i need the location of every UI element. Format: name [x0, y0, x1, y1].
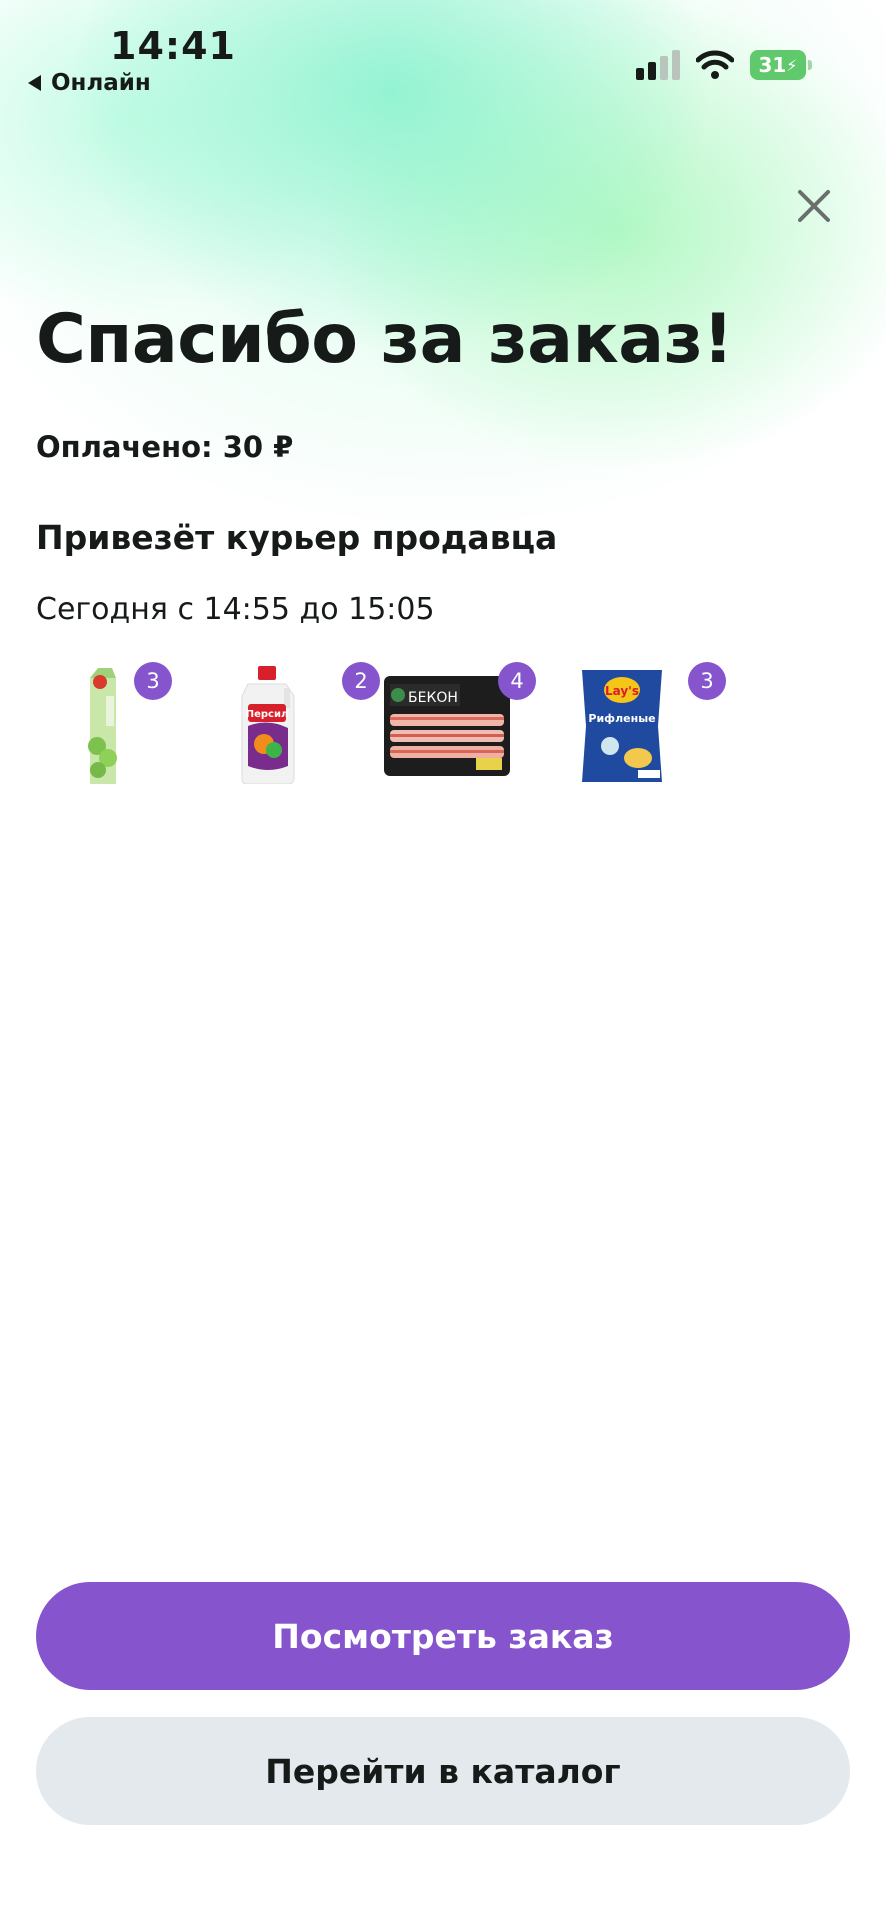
status-time: 14:41 [110, 24, 236, 68]
delivery-time: Сегодня с 14:55 до 15:05 [36, 592, 435, 627]
view-order-button[interactable]: Посмотреть заказ [36, 1582, 850, 1690]
page-title: Спасибо за заказ! [36, 300, 734, 379]
detergent-bottle-icon: Персил [241, 666, 295, 784]
go-to-catalog-button[interactable]: Перейти в каталог [36, 1717, 850, 1825]
charging-bolt-icon: ⚡ [786, 55, 798, 75]
item-quantity-badge: 2 [342, 662, 380, 700]
wifi-icon [696, 50, 734, 79]
back-app-label: Онлайн [51, 70, 151, 96]
juice-carton-icon [88, 668, 117, 784]
delivery-method: Привезёт курьер продавца [36, 518, 558, 557]
back-to-app-link[interactable]: Онлайн [28, 70, 151, 96]
chips-brand: Lay's [605, 684, 639, 698]
item-quantity-badge: 4 [498, 662, 536, 700]
bacon-label: БЕКОН [408, 690, 458, 706]
battery-indicator: 31 ⚡ [750, 50, 814, 80]
chips-label: Рифленые [588, 712, 655, 725]
order-item-detergent[interactable]: Персил 2 [208, 660, 380, 790]
order-item-bacon[interactable]: БЕКОН 4 [380, 660, 536, 790]
order-item-juice[interactable]: 3 [36, 660, 176, 790]
battery-level: 31 [758, 53, 787, 77]
detergent-brand: Персил [246, 709, 289, 720]
paid-amount: Оплачено: 30 ₽ [36, 430, 294, 464]
order-item-chips[interactable]: Lay's Рифленые 3 [552, 660, 726, 790]
chips-bag-icon: Lay's Рифленые [582, 670, 662, 782]
back-arrow-icon [28, 75, 41, 91]
cellular-signal-icon [636, 50, 680, 80]
bacon-pack-icon: БЕКОН [384, 676, 510, 776]
close-icon[interactable] [792, 184, 836, 228]
item-quantity-badge: 3 [134, 662, 172, 700]
item-quantity-badge: 3 [688, 662, 726, 700]
